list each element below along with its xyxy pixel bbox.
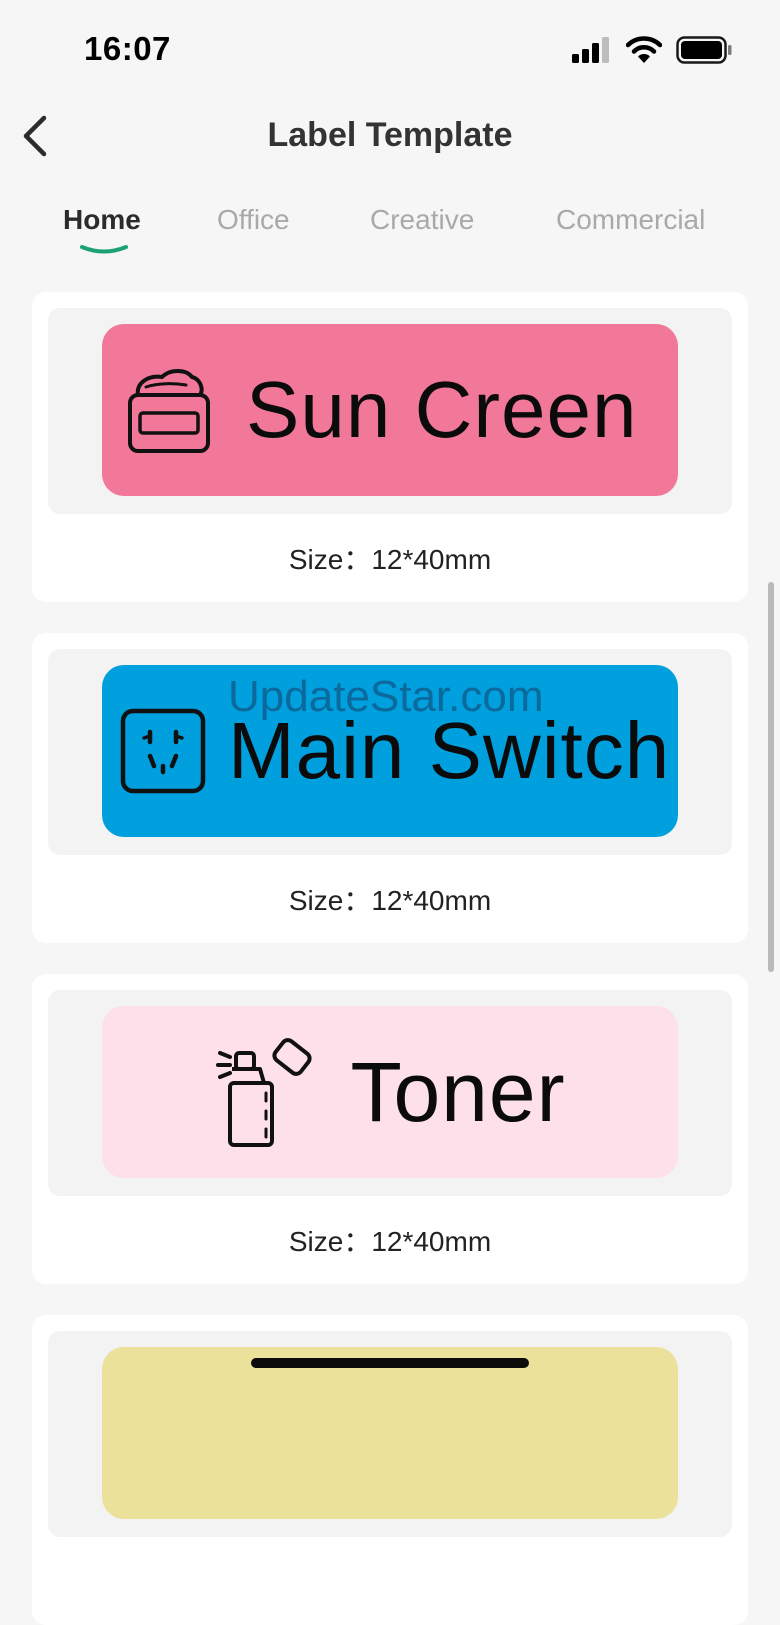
scrollbar[interactable] [768, 582, 774, 972]
page-title: Label Template [267, 116, 513, 154]
label-text: Main Switch [228, 706, 671, 795]
active-tab-indicator [80, 245, 128, 254]
label-preview: Sun Creen [48, 308, 732, 514]
home-indicator[interactable] [251, 1358, 529, 1368]
label-strip: Toner [102, 1006, 678, 1178]
wifi-icon [625, 36, 663, 69]
status-time: 16:07 [84, 30, 171, 67]
label-preview: Main Switch [48, 649, 732, 855]
power-socket-icon [120, 708, 206, 794]
size-text: Size：12*40mm [288, 1226, 492, 1257]
tab-office[interactable]: Office [217, 204, 290, 236]
label-text: Toner [350, 1044, 566, 1139]
template-card[interactable]: Main Switch Size：12*40mm [32, 633, 748, 943]
cream-jar-icon [126, 365, 212, 455]
label-strip: Main Switch [102, 665, 678, 837]
navigation-header: Label Template [0, 100, 780, 180]
template-card[interactable]: Sun Creen Size：12*40mm [32, 292, 748, 602]
status-bar: 16:07 [0, 0, 780, 100]
template-card[interactable]: Toner Size：12*40mm [32, 974, 748, 1284]
cellular-signal-icon [572, 37, 612, 68]
label-strip [102, 1347, 678, 1519]
battery-icon [676, 36, 732, 69]
status-icons [572, 36, 732, 69]
label-preview: Toner [48, 990, 732, 1196]
size-text: Size：12*40mm [288, 544, 492, 575]
category-tabs: Home Office Creative Commercial [0, 200, 780, 260]
label-text: Sun Creen [246, 365, 638, 454]
tab-creative[interactable]: Creative [370, 204, 474, 236]
tab-home[interactable]: Home [63, 204, 141, 236]
tab-commercial[interactable]: Commercial [556, 204, 705, 236]
spray-bottle-icon [214, 1035, 314, 1149]
size-text: Size：12*40mm [288, 885, 492, 916]
label-strip: Sun Creen [102, 324, 678, 496]
